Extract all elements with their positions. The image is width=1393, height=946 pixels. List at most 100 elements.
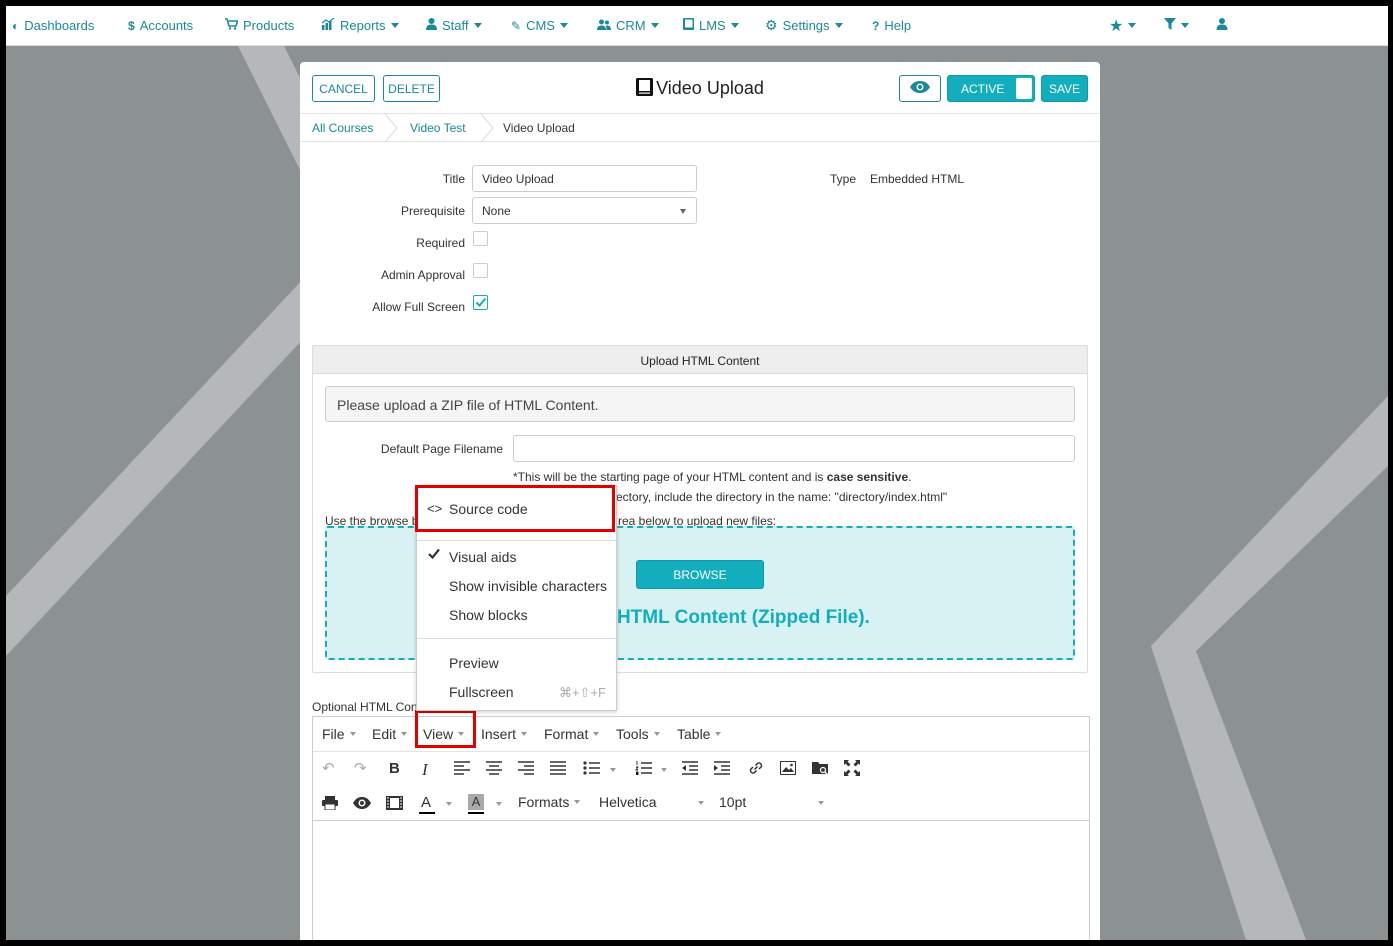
nav-products[interactable]: Products (225, 6, 294, 46)
link-icon[interactable] (748, 760, 764, 776)
menu-tools[interactable]: Tools (616, 726, 660, 742)
fullscreen-shortcut: ⌘+⇧+F (558, 685, 606, 700)
print-icon[interactable] (322, 796, 338, 810)
nav-help[interactable]: ? Help (872, 6, 911, 46)
chevron-down-icon[interactable] (661, 768, 667, 772)
editor-content-area[interactable] (313, 820, 1089, 940)
chevron-down-icon (521, 732, 528, 736)
text-color-icon[interactable]: A (421, 794, 431, 811)
filter-menu[interactable] (1164, 6, 1189, 46)
html-editor: File Edit View Insert Format Tools Table… (312, 716, 1090, 940)
chevron-down-icon (698, 801, 704, 805)
view-menu-highlight (415, 710, 476, 748)
dollar-icon: $ (128, 18, 135, 33)
menu-edit[interactable]: Edit (372, 726, 408, 742)
nav-staff[interactable]: Staff (426, 6, 482, 46)
required-checkbox[interactable] (473, 231, 488, 246)
chevron-down-icon (559, 23, 568, 28)
outdent-icon[interactable] (682, 761, 698, 775)
browse-button[interactable]: BROWSE (636, 560, 764, 589)
save-button[interactable]: SAVE (1041, 75, 1088, 102)
title-input[interactable]: Video Upload (472, 165, 697, 192)
chevron-down-icon (349, 732, 356, 736)
formats-dropdown[interactable]: Formats (518, 794, 581, 810)
menu-separator (417, 540, 616, 541)
nav-accounts[interactable]: $ Accounts (128, 6, 193, 46)
fullscreen-icon[interactable] (844, 760, 860, 776)
chevron-down-icon (834, 23, 843, 28)
align-center-icon[interactable] (486, 761, 502, 775)
chevron-down-icon (653, 732, 660, 736)
chevron-down-icon[interactable] (446, 802, 452, 806)
favorites-menu[interactable]: ★ (1109, 6, 1137, 46)
bold-icon[interactable]: B (389, 760, 400, 777)
menu-file[interactable]: File (322, 726, 356, 742)
default-page-input[interactable] (513, 435, 1075, 462)
chevron-down-icon[interactable] (496, 802, 502, 806)
bullet-list-icon[interactable] (583, 761, 600, 775)
active-toggle[interactable]: ACTIVE (947, 75, 1035, 102)
background-color-icon[interactable]: A (468, 794, 484, 810)
chevron-down-icon (473, 23, 482, 28)
numbered-list-icon[interactable] (635, 761, 652, 775)
admin-approval-checkbox[interactable] (473, 263, 488, 278)
breadcrumb-separator (384, 114, 398, 142)
chevron-down-icon (730, 23, 739, 28)
chevron-down-icon (1181, 23, 1189, 28)
star-icon: ★ (1109, 17, 1124, 35)
chevron-down-icon (401, 732, 408, 736)
redo-icon[interactable]: ↷ (354, 759, 367, 777)
image-icon[interactable] (780, 761, 796, 775)
menu-insert[interactable]: Insert (481, 726, 528, 742)
preview-icon[interactable] (353, 797, 371, 809)
card-header: CANCEL DELETE Video Upload ACTIVE SAVE (300, 62, 1100, 114)
font-size-select[interactable]: 10pt (719, 794, 824, 810)
file-manager-icon[interactable] (812, 760, 829, 776)
menu-table[interactable]: Table (677, 726, 722, 742)
nav-settings[interactable]: ⚙ Settings (765, 6, 843, 46)
prerequisite-select[interactable]: None (472, 197, 697, 224)
menu-format[interactable]: Format (544, 726, 600, 742)
nav-reports[interactable]: Reports (321, 6, 399, 46)
cart-icon (225, 18, 239, 33)
prerequisite-label: Prerequisite (400, 204, 465, 218)
nav-lms[interactable]: LMS (683, 6, 739, 46)
menu-item-show-invisible-characters[interactable]: Show invisible characters (417, 571, 616, 599)
admin-approval-label: Admin Approval (380, 268, 465, 282)
chevron-down-icon (715, 732, 722, 736)
breadcrumb-separator (480, 114, 494, 142)
align-justify-icon[interactable] (550, 761, 566, 775)
breadcrumb-video-test[interactable]: Video Test (410, 121, 466, 135)
person-icon (426, 18, 437, 33)
gear-icon: ⚙ (765, 17, 778, 33)
preview-button[interactable] (899, 75, 941, 102)
chevron-down-icon[interactable] (610, 768, 616, 772)
allow-full-screen-checkbox[interactable] (473, 295, 488, 310)
menu-item-preview[interactable]: Preview (417, 648, 616, 676)
undo-icon[interactable]: ↶ (322, 759, 335, 777)
nav-crm[interactable]: CRM (597, 6, 659, 46)
user-menu[interactable] (1216, 6, 1228, 46)
italic-icon[interactable]: I (422, 760, 428, 780)
media-icon[interactable] (386, 796, 403, 810)
align-left-icon[interactable] (454, 761, 470, 775)
breadcrumb-all-courses[interactable]: All Courses (312, 121, 373, 135)
type-label: Type (830, 172, 857, 186)
align-right-icon[interactable] (518, 761, 534, 775)
indent-icon[interactable] (714, 761, 730, 775)
menu-item-show-blocks[interactable]: Show blocks (417, 600, 616, 628)
nav-dashboards[interactable]: ◐ Dashboards (12, 6, 94, 46)
eye-icon (910, 81, 930, 96)
menu-separator (417, 638, 616, 639)
people-icon (597, 19, 611, 33)
chevron-down-icon (390, 23, 399, 28)
case-sensitive-hint: *This will be the starting page of your … (513, 470, 912, 484)
toggle-knob (1016, 78, 1032, 99)
required-label: Required (416, 236, 465, 250)
font-family-select[interactable]: Helvetica (599, 794, 704, 810)
menu-item-fullscreen[interactable]: Fullscreen ⌘+⇧+F (417, 677, 616, 705)
nav-cms[interactable]: ✎ CMS (511, 6, 568, 46)
menu-item-visual-aids[interactable]: Visual aids (417, 542, 616, 570)
chevron-down-icon (680, 209, 686, 214)
book-icon (636, 78, 654, 101)
